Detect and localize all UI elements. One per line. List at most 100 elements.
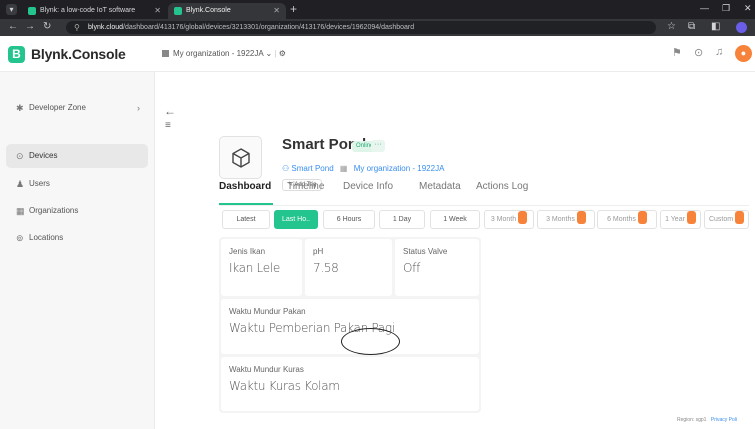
tab-actions-log[interactable]: Actions Log	[476, 181, 528, 192]
browser-profile-icon[interactable]	[736, 22, 747, 33]
notifications-bell-icon[interactable]: ♫	[715, 46, 723, 58]
url-host: blynk.cloud	[88, 24, 124, 31]
close-tab-icon[interactable]: ✕	[273, 3, 280, 19]
premium-badge-icon	[518, 211, 528, 224]
widget-waktu-mundur-kuras[interactable]: Waktu Mundur Kuras Waktu Kuras Kolam	[221, 357, 479, 411]
range-label: Custom	[708, 216, 734, 223]
range-6-hours[interactable]: 6 Hours	[323, 210, 375, 229]
cube-icon	[232, 148, 250, 168]
premium-badge-icon	[735, 211, 745, 224]
forward-icon[interactable]: →	[25, 21, 35, 32]
browser-tab-blynk-console[interactable]: Blynk.Console ✕	[168, 3, 286, 19]
range-1-day[interactable]: 1 Day	[379, 210, 425, 229]
range-last-hour[interactable]: Last Ho..	[274, 210, 318, 229]
widget-value: Off	[403, 261, 420, 275]
browser-tab-blynk-site[interactable]: Blynk: a low-code IoT software ✕	[22, 3, 167, 19]
range-1-year[interactable]: 1 Year	[660, 210, 701, 229]
widget-label: Waktu Mundur Pakan	[229, 307, 306, 316]
sidebar-item-label: Locations	[29, 233, 64, 242]
browser-tab-label: Blynk: a low-code IoT software	[40, 7, 136, 14]
sidebar-item-organizations[interactable]: ▦ Organizations	[6, 199, 148, 223]
widget-label: pH	[313, 247, 324, 256]
widget-value: Waktu Kuras Kolam	[229, 379, 340, 393]
organization-link[interactable]: My organization - 1922JA	[354, 164, 445, 173]
privacy-policy-link[interactable]: Privacy Poli	[711, 417, 737, 423]
widget-label: Jenis Ikan	[229, 247, 266, 256]
announcement-icon[interactable]: ⚑	[672, 46, 682, 59]
gear-icon: ✱	[16, 103, 24, 113]
close-tab-icon[interactable]: ✕	[154, 3, 161, 19]
time-range-selector: Latest Last Ho.. 6 Hours 1 Day 1 Week 3 …	[219, 210, 749, 230]
tab-dashboard[interactable]: Dashboard	[219, 181, 271, 192]
url-path: /dashboard/413176/global/devices/3213301…	[123, 24, 415, 31]
blynk-logo-icon[interactable]: B	[8, 46, 25, 63]
browser-tab-bar: ▾ Blynk: a low-code IoT software ✕ Blynk…	[0, 0, 755, 19]
range-1-week[interactable]: 1 Week	[430, 210, 480, 229]
sidebar-item-users[interactable]: ♟ Users	[6, 172, 148, 196]
org-settings-gear-icon[interactable]: ⚙	[279, 49, 286, 58]
widget-label: Status Valve	[403, 247, 448, 256]
browser-menu-icon[interactable]: ▾	[6, 4, 17, 15]
tab-timeline[interactable]: Timeline	[287, 181, 324, 192]
organization-name: My organization - 1922JA	[173, 49, 264, 58]
widget-value: 7.58	[313, 261, 339, 275]
premium-badge-icon	[686, 211, 696, 224]
site-info-icon[interactable]: ⚲	[74, 21, 80, 34]
device-meta: ⚇ Smart Pond ▦ My organization - 1922JA	[282, 164, 444, 173]
tab-metadata[interactable]: Metadata	[419, 181, 461, 192]
range-6-months[interactable]: 6 Months	[597, 210, 657, 229]
sidebar-item-devices[interactable]: ⊙ Devices	[6, 144, 148, 168]
range-label: 6 Months	[607, 216, 636, 223]
template-icon: ⚇	[282, 164, 290, 173]
brand-title[interactable]: Blynk.Console	[31, 46, 126, 62]
back-icon[interactable]: ←	[8, 21, 18, 32]
sidebar-item-developer-zone[interactable]: ✱ Developer Zone ›	[6, 96, 148, 120]
browser-address-bar: ← → ↻ ⚲ blynk.cloud/dashboard/413176/glo…	[0, 19, 755, 36]
browser-tab-label: Blynk.Console	[186, 7, 231, 14]
help-icon[interactable]: ⊙	[694, 46, 703, 59]
bookmark-star-icon[interactable]: ☆	[667, 21, 676, 32]
range-3-months[interactable]: 3 Months	[537, 210, 595, 229]
sidepanel-icon[interactable]: ◧	[711, 21, 720, 32]
widget-jenis-ikan[interactable]: Jenis Ikan Ikan Lele	[221, 239, 302, 296]
premium-badge-icon	[576, 211, 586, 224]
range-latest[interactable]: Latest	[222, 210, 270, 229]
maximize-icon[interactable]: ❐	[722, 3, 730, 14]
minimize-icon[interactable]: —	[700, 3, 709, 13]
building-icon: ▦	[16, 206, 25, 216]
org-icon: ▦	[339, 164, 348, 173]
menu-icon[interactable]: ≡	[165, 120, 171, 131]
app-header: B Blynk.Console My organization - 1922JA…	[0, 36, 755, 72]
template-link[interactable]: Smart Pond	[291, 164, 333, 173]
sidebar-item-label: Developer Zone	[29, 103, 86, 112]
users-icon: ♟	[16, 179, 25, 189]
blynk-favicon-icon	[28, 7, 36, 15]
range-3-month[interactable]: 3 Month	[484, 210, 534, 229]
organization-icon	[162, 50, 169, 57]
tab-device-info[interactable]: Device Info	[343, 181, 393, 192]
sidebar-item-label: Devices	[29, 151, 58, 160]
footer: Region: sgp1 Privacy Poli	[677, 417, 737, 423]
reload-icon[interactable]: ↻	[43, 21, 51, 32]
widget-status-valve[interactable]: Status Valve Off	[395, 239, 479, 296]
chevron-right-icon: ›	[137, 103, 140, 113]
url-field[interactable]: ⚲ blynk.cloud/dashboard/413176/global/de…	[66, 21, 656, 34]
range-label: 1 Year	[665, 216, 685, 223]
user-avatar[interactable]: ●	[735, 45, 752, 62]
hand-drawn-annotation-circle	[341, 328, 400, 355]
organization-selector[interactable]: My organization - 1922JA ⌄ | ⚙	[162, 49, 286, 58]
dashboard-grid: Jenis Ikan Ikan Lele pH 7.58 Status Valv…	[219, 237, 481, 413]
range-custom[interactable]: Custom	[704, 210, 749, 229]
sidebar-item-locations[interactable]: ⊚ Locations	[6, 226, 148, 250]
more-options-button[interactable]: ···	[371, 140, 385, 152]
range-label: 3 Months	[546, 216, 575, 223]
widget-label: Waktu Mundur Kuras	[229, 365, 304, 374]
extensions-icon[interactable]: ⧉	[688, 21, 695, 32]
tab-divider	[219, 205, 749, 206]
sidebar-item-label: Users	[29, 179, 50, 188]
close-window-icon[interactable]: ✕	[744, 3, 752, 14]
device-icon-card	[219, 136, 262, 179]
widget-ph[interactable]: pH 7.58	[305, 239, 392, 296]
new-tab-button[interactable]: +	[290, 2, 297, 16]
back-arrow-icon[interactable]: ←	[164, 104, 176, 118]
